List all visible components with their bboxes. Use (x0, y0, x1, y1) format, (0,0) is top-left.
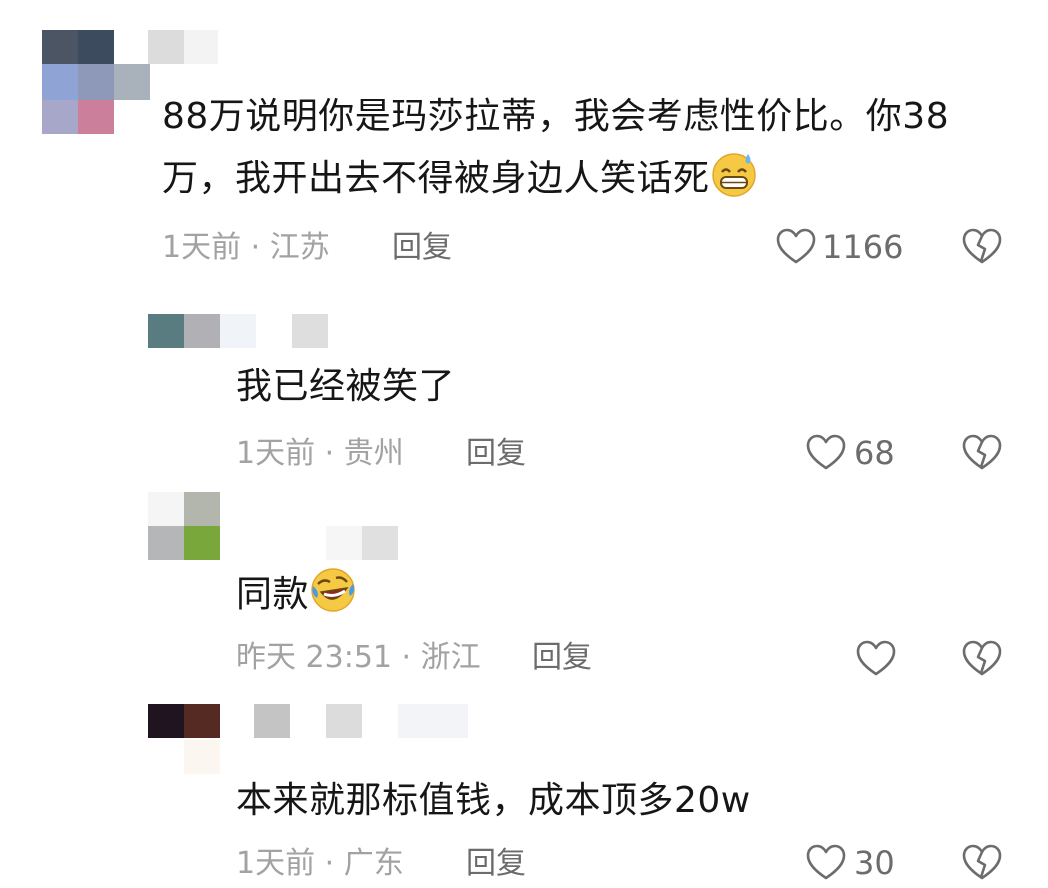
like-count: 30 (854, 844, 895, 882)
broken-heart-icon (962, 844, 1002, 882)
like-button[interactable]: 30 (806, 842, 895, 884)
broken-heart-icon (962, 640, 1002, 678)
dislike-button[interactable] (962, 228, 1002, 266)
like-count: 1166 (822, 228, 904, 266)
comment-meta: 1天前 · 贵州 (236, 436, 404, 471)
comment-text: 本来就那标值钱，成本顶多20w (236, 780, 751, 821)
heart-outline-icon (806, 434, 846, 472)
comment-meta: 1天前 · 广东 (236, 846, 404, 881)
dislike-button[interactable] (962, 434, 1002, 472)
username-blurred[interactable] (326, 526, 398, 560)
comment-meta: 1天前 · 江苏 (162, 230, 330, 265)
dislike-button[interactable] (962, 640, 1002, 678)
reply-button[interactable]: 回复 (466, 434, 526, 474)
avatar[interactable] (148, 492, 220, 560)
comment-text-line-1: 88万说明你是玛莎拉蒂，我会考虑性价比。你38 (162, 96, 950, 137)
avatar[interactable] (148, 704, 220, 774)
username-blurred[interactable] (254, 704, 468, 738)
reply-button[interactable]: 回复 (466, 844, 526, 884)
heart-outline-icon (776, 228, 816, 266)
username-blurred[interactable] (220, 314, 328, 348)
grinning-sweat-emoji (710, 150, 758, 198)
comment-meta: 昨天 23:51 · 浙江 (236, 640, 481, 675)
reply-button[interactable]: 回复 (532, 638, 592, 678)
heart-outline-icon (806, 844, 846, 882)
broken-heart-icon (962, 434, 1002, 472)
comment-text-line-2: 万，我开出去不得被身边人笑话死 (162, 158, 710, 199)
dislike-button[interactable] (962, 844, 1002, 882)
username-blurred[interactable] (148, 30, 218, 64)
like-button[interactable]: 68 (806, 432, 895, 474)
like-button[interactable] (856, 638, 896, 680)
heart-outline-icon (856, 640, 896, 678)
comment-text-body: 同款 (236, 574, 310, 615)
avatar[interactable] (148, 314, 220, 348)
reply-button[interactable]: 回复 (392, 228, 452, 268)
comment-text: 88万说明你是玛莎拉蒂，我会考虑性价比。你38 万，我开出去不得被身边人笑话死 (162, 86, 1022, 210)
broken-heart-icon (962, 228, 1002, 266)
rolling-laughing-emoji (309, 566, 357, 614)
avatar[interactable] (42, 30, 150, 134)
comment-text: 我已经被笑了 (236, 366, 456, 407)
like-count: 68 (854, 434, 895, 472)
comment-text: 同款 (236, 564, 357, 626)
like-button[interactable]: 1166 (776, 226, 903, 268)
